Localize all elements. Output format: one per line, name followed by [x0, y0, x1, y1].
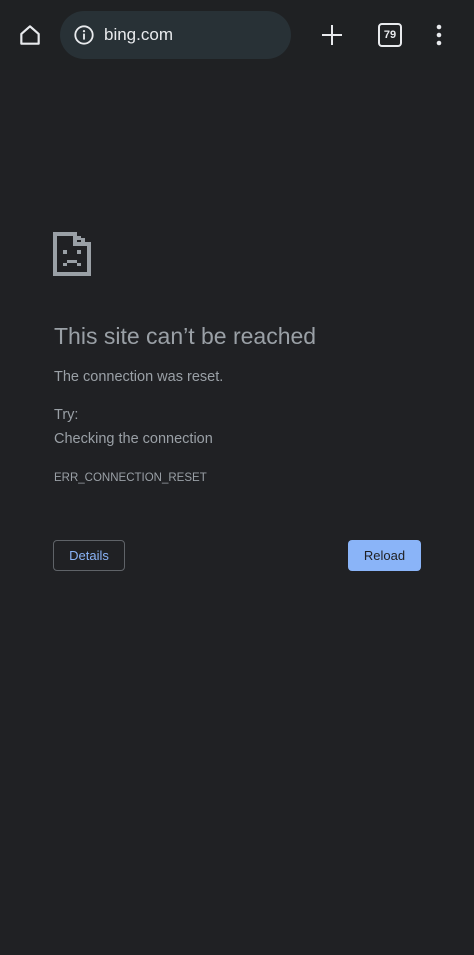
- browser-toolbar: bing.com 79: [0, 0, 474, 70]
- home-button[interactable]: [12, 17, 48, 53]
- error-page: This site can’t be reached The connectio…: [0, 70, 474, 955]
- details-button[interactable]: Details: [53, 540, 125, 571]
- menu-button[interactable]: [424, 17, 454, 53]
- reload-button[interactable]: Reload: [348, 540, 421, 571]
- url-text[interactable]: bing.com: [104, 25, 173, 45]
- error-subtitle: The connection was reset.: [54, 369, 224, 385]
- more-vert-icon: [436, 24, 442, 46]
- plus-icon: [322, 25, 342, 45]
- suggestion-item: Checking the connection: [54, 431, 213, 447]
- try-label: Try:: [54, 407, 79, 423]
- sad-page-icon: [53, 232, 91, 276]
- tab-count: 79: [378, 23, 402, 47]
- new-tab-button[interactable]: [314, 17, 350, 53]
- address-bar[interactable]: bing.com: [60, 11, 291, 59]
- home-icon: [20, 25, 40, 45]
- error-title: This site can’t be reached: [54, 323, 317, 349]
- info-icon[interactable]: [72, 23, 96, 47]
- tab-switcher-button[interactable]: 79: [372, 17, 408, 53]
- error-code: ERR_CONNECTION_RESET: [54, 472, 207, 484]
